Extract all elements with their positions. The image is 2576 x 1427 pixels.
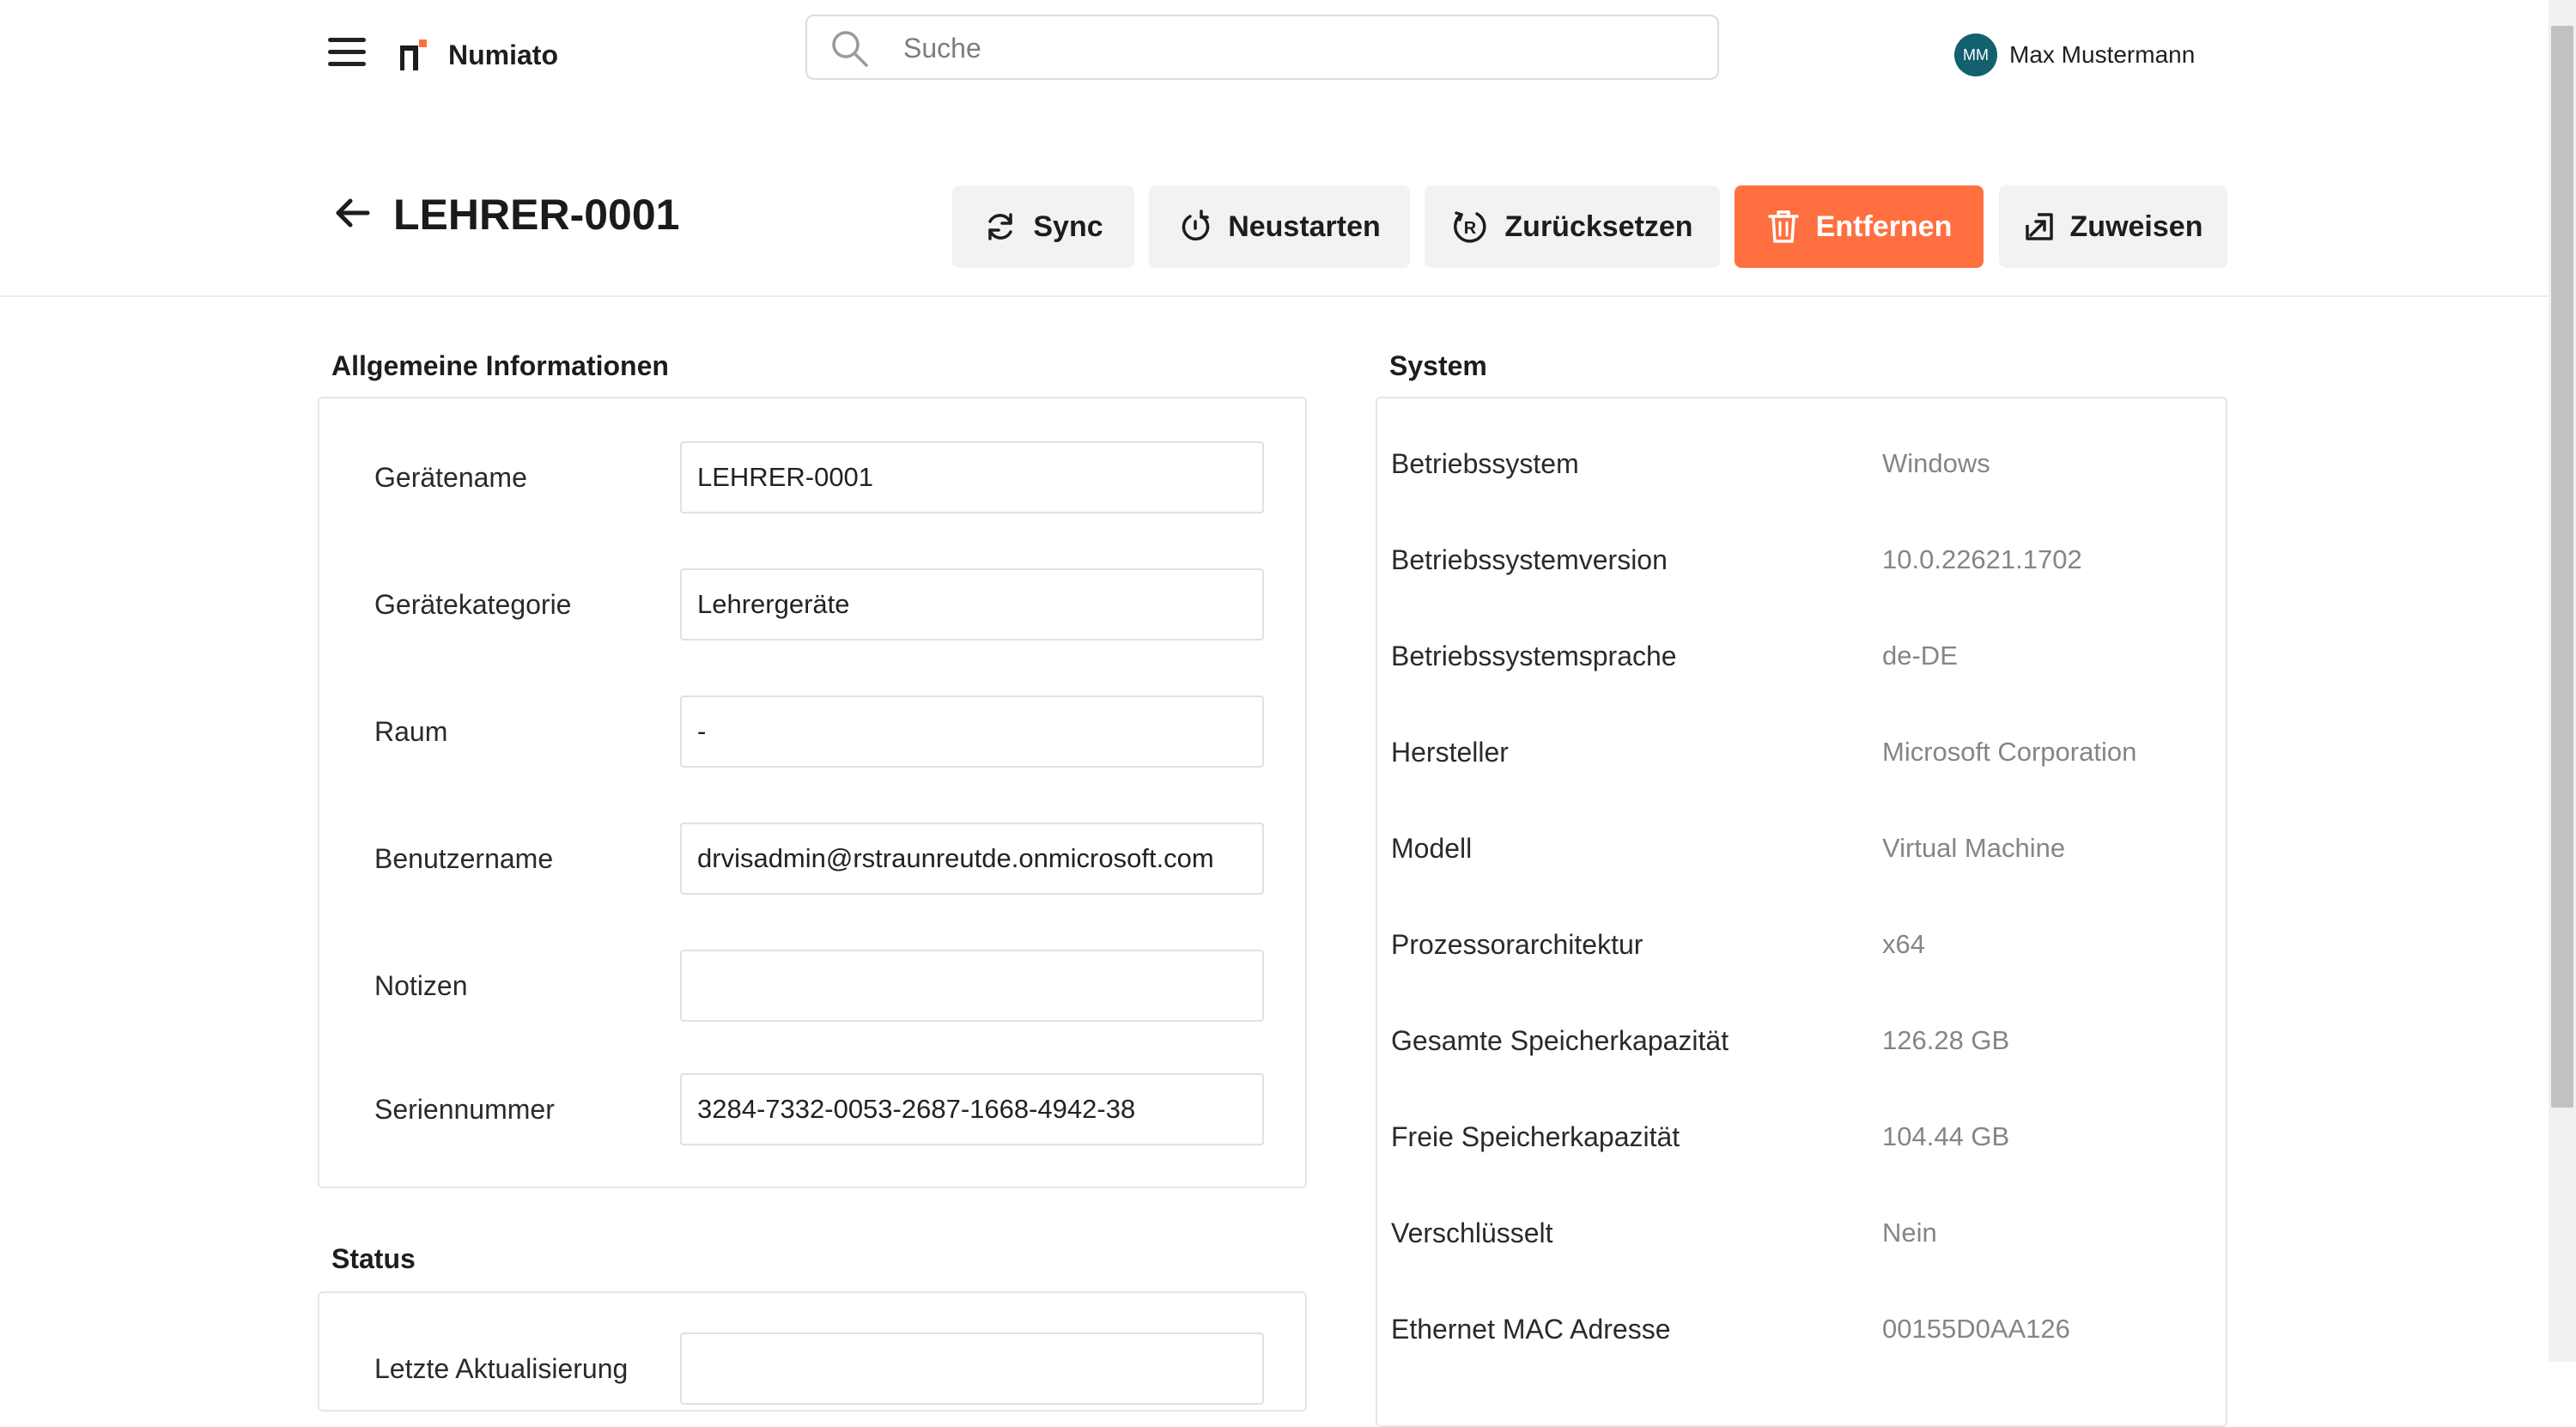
system-title: System [1389,350,1487,381]
search-input[interactable] [902,25,1695,71]
restart-icon [1182,209,1210,241]
assign-icon [2025,213,2053,240]
system-label-free-storage: Freie Speicherkapazität [1391,1121,1680,1152]
field-label-device-category: Gerätekategorie [374,589,572,620]
back-arrow-icon[interactable] [333,194,371,232]
serial-number-input[interactable] [680,1073,1264,1145]
remove-button[interactable]: Entfernen [1735,185,1984,268]
system-value-encrypted: Nein [1882,1218,1937,1248]
system-label-ethernet-mac: Ethernet MAC Adresse [1391,1314,1671,1345]
room-input[interactable] [680,695,1264,768]
page-scrollbar[interactable] [2549,0,2576,1362]
system-label-total-storage: Gesamte Speicherkapazität [1391,1025,1729,1056]
username-input[interactable] [680,823,1264,895]
system-value-ethernet-mac: 00155D0AA126 [1882,1314,2070,1344]
top-bar: Numiato MM Max Mustermann [0,0,2549,112]
reset-icon: R [1454,211,1486,243]
field-label-last-update: Letzte Aktualisierung [374,1353,629,1384]
field-label-username: Benutzername [374,843,554,874]
system-value-os-language: de-DE [1882,641,1958,671]
status-title: Status [331,1243,416,1274]
header-divider [0,295,2549,297]
numiato-logo-icon [400,39,427,70]
restart-label: Neustarten [1228,209,1381,243]
general-info-title: Allgemeine Informationen [331,350,669,381]
page-title: LEHRER-0001 [393,191,680,239]
user-menu[interactable]: MM Max Mustermann [1954,33,2195,77]
menu-icon[interactable] [328,38,366,72]
scrollbar-thumb[interactable] [2551,26,2573,1108]
reset-label: Zurücksetzen [1504,209,1693,243]
system-value-total-storage: 126.28 GB [1882,1025,2010,1055]
avatar: MM [1954,33,1997,76]
system-label-model: Modell [1391,833,1473,864]
sync-label: Sync [1033,209,1103,243]
assign-label: Zuweisen [2069,209,2203,243]
system-label-os-language: Betriebssystemsprache [1391,641,1677,671]
system-label-encrypted: Verschlüsselt [1391,1218,1553,1248]
sync-button[interactable]: Sync [952,185,1134,268]
assign-button[interactable]: Zuweisen [1999,185,2227,268]
last-update-input[interactable] [680,1333,1264,1405]
brand-name[interactable]: Numiato [448,38,558,72]
search-box[interactable] [805,15,1719,80]
device-category-input[interactable] [680,568,1264,641]
system-value-free-storage: 104.44 GB [1882,1121,2010,1151]
system-value-manufacturer: Microsoft Corporation [1882,737,2137,767]
system-value-os: Windows [1882,448,1990,478]
general-info-panel [318,397,1307,1188]
notes-input[interactable] [680,950,1264,1022]
system-label-os-version: Betriebssystemversion [1391,544,1668,575]
reset-button[interactable]: R Zurücksetzen [1425,185,1720,268]
user-name: Max Mustermann [2009,41,2196,68]
field-label-serial-number: Seriennummer [374,1094,555,1125]
remove-label: Entfernen [1815,209,1953,243]
system-value-architecture: x64 [1882,929,1925,959]
field-label-room: Raum [374,716,448,747]
trash-icon [1767,210,1799,243]
system-label-manufacturer: Hersteller [1391,737,1509,768]
search-icon [832,31,868,67]
svg-text:R: R [1464,219,1477,238]
sync-icon [988,213,1013,240]
device-name-input[interactable] [680,441,1264,513]
system-label-os: Betriebssystem [1391,448,1579,479]
system-label-architecture: Prozessorarchitektur [1391,929,1643,960]
restart-button[interactable]: Neustarten [1149,185,1410,268]
system-value-os-version: 10.0.22621.1702 [1882,544,2082,574]
field-label-device-name: Gerätename [374,462,527,493]
system-value-model: Virtual Machine [1882,833,2066,863]
field-label-notes: Notizen [374,970,468,1001]
